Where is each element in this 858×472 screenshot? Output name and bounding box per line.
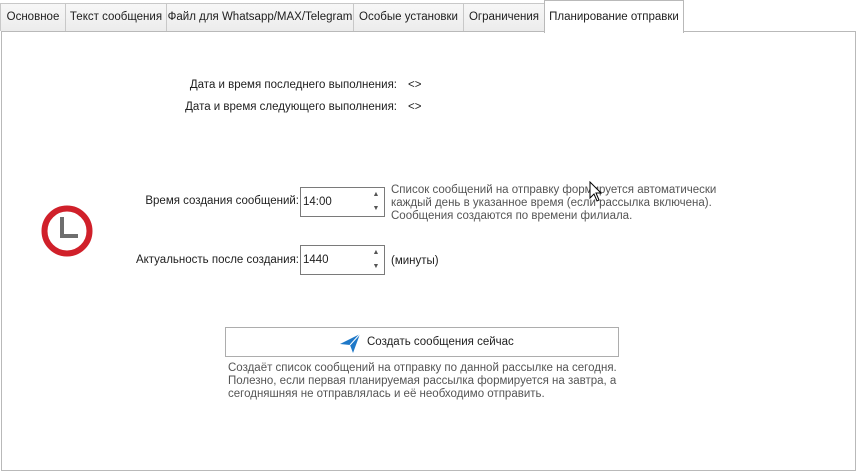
create-messages-now-label: Создать сообщения сейчас <box>367 336 514 348</box>
last-run-label: Дата и время последнего выполнения: <box>189 79 397 91</box>
create-now-hint-line: Полезно, если первая планируемая рассылк… <box>228 375 617 387</box>
create-time-spin-buttons[interactable]: ▲ ▼ <box>368 188 384 216</box>
create-messages-now-button[interactable]: Создать сообщения сейчас <box>225 327 619 357</box>
chevron-up-icon[interactable]: ▲ <box>368 246 384 260</box>
tab-file-messengers[interactable]: Файл для Whatsapp/MAX/Telegram <box>166 3 354 31</box>
tab-strip: Основное Текст сообщения Файл для Whatsa… <box>0 0 858 33</box>
tab-message-text[interactable]: Текст сообщения <box>65 3 167 31</box>
tab-restrictions[interactable]: Ограничения <box>463 3 545 31</box>
relevance-label: Актуальность после создания: <box>135 254 299 266</box>
relevance-spinner[interactable]: 1440 ▲ ▼ <box>300 245 385 275</box>
clock-icon <box>40 204 94 258</box>
tab-main[interactable]: Основное <box>0 3 66 31</box>
paper-plane-icon <box>340 333 361 353</box>
tab-special-settings[interactable]: Особые установки <box>353 3 464 31</box>
create-now-hint: Создаёт список сообщений на отправку по … <box>228 362 617 401</box>
chevron-up-icon[interactable]: ▲ <box>368 188 384 202</box>
last-run-value: <> <box>408 79 422 91</box>
create-time-label: Время создания сообщений: <box>145 195 299 207</box>
mouse-cursor-icon <box>589 181 603 202</box>
chevron-down-icon[interactable]: ▼ <box>368 202 384 216</box>
create-time-hint-line: Список сообщений на отправку формируется… <box>391 184 717 196</box>
create-time-hint: Список сообщений на отправку формируется… <box>391 184 716 223</box>
create-now-hint-line: Создаёт список сообщений на отправку по … <box>228 362 617 374</box>
relevance-spin-buttons[interactable]: ▲ ▼ <box>368 246 384 274</box>
tab-page-send-planning <box>1 31 856 471</box>
relevance-input[interactable]: 1440 <box>303 246 329 274</box>
next-run-value: <> <box>408 101 422 113</box>
create-time-spinner[interactable]: 14:00 ▲ ▼ <box>300 187 385 217</box>
relevance-unit: (минуты) <box>391 255 439 267</box>
next-run-label: Дата и время следующего выполнения: <box>185 101 397 113</box>
tab-send-planning[interactable]: Планирование отправки <box>544 0 684 33</box>
create-time-hint-line: каждый день в указанное время (если расс… <box>391 197 712 209</box>
create-time-input[interactable]: 14:00 <box>303 188 332 216</box>
create-time-hint-line: Сообщения создаются по времени филиала. <box>391 210 633 222</box>
chevron-down-icon[interactable]: ▼ <box>368 260 384 274</box>
create-now-hint-line: сегодняшняя не отправлялась и её необход… <box>228 388 545 400</box>
